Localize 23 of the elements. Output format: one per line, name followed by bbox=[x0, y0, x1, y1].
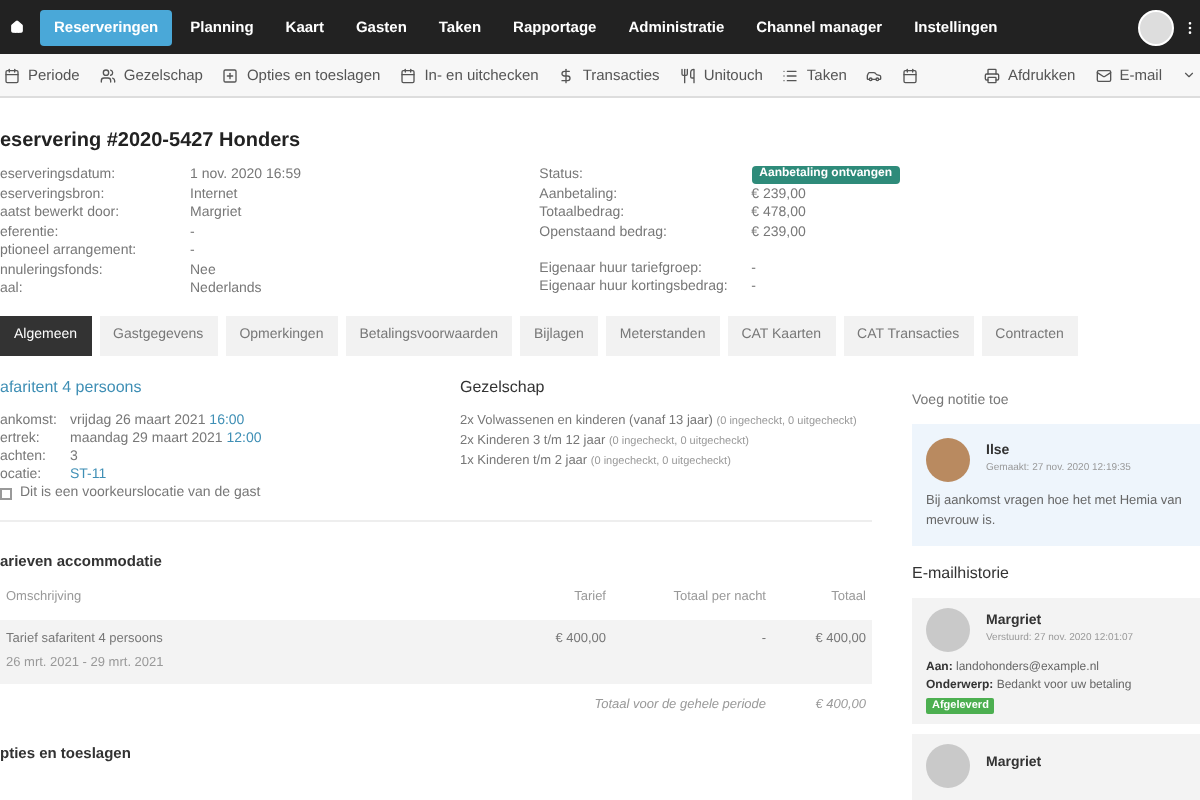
user-avatar[interactable] bbox=[1138, 9, 1174, 45]
avatar bbox=[926, 607, 970, 651]
reservation-title: eservering #2020-5427 Honders bbox=[0, 128, 303, 156]
avatar bbox=[926, 743, 970, 787]
car-icon bbox=[866, 67, 883, 83]
caret-icon[interactable] bbox=[1182, 68, 1196, 82]
party-title: Gezelschap bbox=[460, 376, 547, 400]
print-icon bbox=[983, 67, 1000, 83]
calendar-icon bbox=[902, 67, 919, 83]
email-history-title: E-mailhistorie bbox=[912, 561, 1011, 585]
users-icon bbox=[99, 67, 116, 83]
list-icon bbox=[782, 67, 799, 83]
plus-square-icon bbox=[222, 67, 239, 83]
home-icon[interactable] bbox=[10, 20, 24, 34]
accommodation-title: afaritent 4 persoons bbox=[0, 376, 144, 400]
calendar-icon bbox=[400, 67, 417, 83]
toolbar-button[interactable] bbox=[866, 67, 883, 83]
toolbar-button[interactable] bbox=[902, 67, 919, 83]
calendar-icon bbox=[4, 67, 20, 83]
mail-icon bbox=[1095, 67, 1112, 83]
avatar bbox=[926, 437, 970, 481]
cutlery-icon bbox=[679, 67, 696, 83]
checkbox[interactable] bbox=[0, 488, 12, 500]
